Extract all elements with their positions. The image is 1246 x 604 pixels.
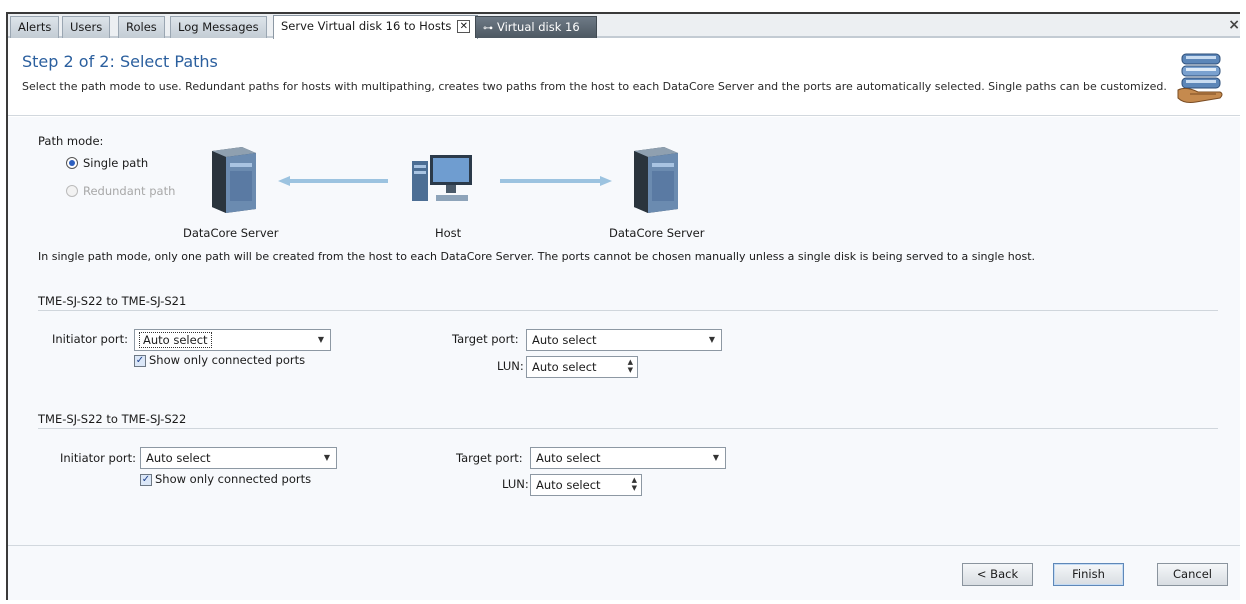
tab-label: Roles bbox=[126, 20, 157, 34]
single-path-label[interactable]: Single path bbox=[83, 156, 148, 170]
redundant-path-label[interactable]: Redundant path bbox=[83, 184, 175, 198]
lun-value: Auto select bbox=[532, 360, 597, 374]
datacore-server-icon bbox=[634, 147, 678, 213]
pin-icon: ⊶ bbox=[483, 23, 493, 34]
tab-alerts[interactable]: Alerts bbox=[10, 16, 60, 38]
target-port-value: Auto select bbox=[536, 451, 601, 465]
chevron-down-icon: ▼ bbox=[708, 335, 715, 344]
tab-label: Log Messages bbox=[178, 20, 259, 34]
chevron-down-icon: ▼ bbox=[712, 453, 719, 462]
lun-label: LUN: bbox=[497, 359, 524, 373]
page-title: Step 2 of 2: Select Paths bbox=[22, 52, 218, 71]
wizard-header: Step 2 of 2: Select Paths Select the pat… bbox=[8, 40, 1240, 116]
host-label: Host bbox=[435, 226, 462, 240]
disk-stack-icon bbox=[1177, 53, 1223, 103]
right-server-label: DataCore Server bbox=[609, 226, 705, 240]
redundant-path-radio[interactable] bbox=[66, 185, 78, 197]
section-title: TME-SJ-S22 to TME-SJ-S22 bbox=[38, 412, 187, 426]
target-port-value: Auto select bbox=[532, 333, 597, 347]
initiator-port-label: Initiator port: bbox=[52, 332, 129, 346]
tab-label: Virtual disk 16 bbox=[497, 20, 580, 34]
tab-label: Serve Virtual disk 16 to Hosts bbox=[281, 19, 452, 33]
wizard-footer: < Back Finish Cancel bbox=[8, 545, 1240, 600]
wizard-content: Path mode: Single path Redundant path Da… bbox=[8, 117, 1240, 545]
finish-button[interactable]: Finish bbox=[1053, 563, 1124, 586]
section-divider bbox=[38, 428, 1218, 429]
arrow-right bbox=[500, 175, 612, 186]
window-close-icon[interactable]: × bbox=[1228, 17, 1240, 33]
back-button[interactable]: < Back bbox=[962, 563, 1033, 586]
show-connected-checkbox[interactable]: ✓ bbox=[134, 355, 146, 367]
show-connected-label[interactable]: Show only connected ports bbox=[149, 353, 305, 367]
arrow-left bbox=[278, 175, 388, 186]
initiator-port-label: Initiator port: bbox=[60, 451, 137, 465]
target-port-select[interactable]: Auto select ▼ bbox=[530, 447, 726, 469]
tab-roles[interactable]: Roles bbox=[118, 16, 165, 38]
info-text: In single path mode, only one path will … bbox=[38, 250, 1036, 263]
left-server-label: DataCore Server bbox=[183, 226, 279, 240]
single-path-radio[interactable] bbox=[66, 157, 78, 169]
chevron-down-icon: ▼ bbox=[317, 335, 324, 344]
target-port-label: Target port: bbox=[452, 332, 519, 346]
tab-label: Alerts bbox=[18, 20, 52, 34]
section-divider bbox=[38, 310, 1218, 311]
lun-spinner[interactable]: Auto select ▲ ▼ bbox=[526, 356, 638, 378]
tab-label: Users bbox=[70, 20, 103, 34]
tab-serve-virtual-disk[interactable]: Serve Virtual disk 16 to Hosts ✕ bbox=[273, 15, 479, 39]
initiator-port-select[interactable]: Auto select ▼ bbox=[134, 329, 331, 351]
target-port-select[interactable]: Auto select ▼ bbox=[526, 329, 722, 351]
spinner-arrows-icon[interactable]: ▲ ▼ bbox=[628, 358, 633, 374]
tab-users[interactable]: Users bbox=[62, 16, 111, 38]
cancel-button[interactable]: Cancel bbox=[1157, 563, 1228, 586]
spinner-arrows-icon[interactable]: ▲ ▼ bbox=[632, 476, 637, 492]
initiator-port-select[interactable]: Auto select ▼ bbox=[140, 447, 337, 469]
tab-log-messages[interactable]: Log Messages bbox=[170, 16, 267, 38]
tab-strip: Alerts Users Roles Log Messages Serve Vi… bbox=[8, 14, 1240, 39]
datacore-server-icon bbox=[212, 147, 256, 213]
lun-spinner[interactable]: Auto select ▲ ▼ bbox=[530, 474, 642, 496]
close-icon[interactable]: ✕ bbox=[457, 20, 471, 33]
lun-label: LUN: bbox=[502, 477, 529, 491]
page-description: Select the path mode to use. Redundant p… bbox=[22, 80, 1167, 93]
lun-value: Auto select bbox=[536, 478, 601, 492]
initiator-port-value: Auto select bbox=[146, 451, 211, 465]
show-connected-label[interactable]: Show only connected ports bbox=[155, 472, 311, 486]
show-connected-checkbox[interactable]: ✓ bbox=[140, 474, 152, 486]
chevron-down-icon: ▼ bbox=[323, 453, 330, 462]
host-computer-icon bbox=[412, 155, 472, 201]
tab-virtual-disk-16[interactable]: ⊶ Virtual disk 16 bbox=[475, 16, 597, 38]
path-mode-label: Path mode: bbox=[38, 134, 104, 148]
target-port-label: Target port: bbox=[456, 451, 523, 465]
initiator-port-value: Auto select bbox=[139, 332, 212, 348]
section-title: TME-SJ-S22 to TME-SJ-S21 bbox=[38, 294, 187, 308]
